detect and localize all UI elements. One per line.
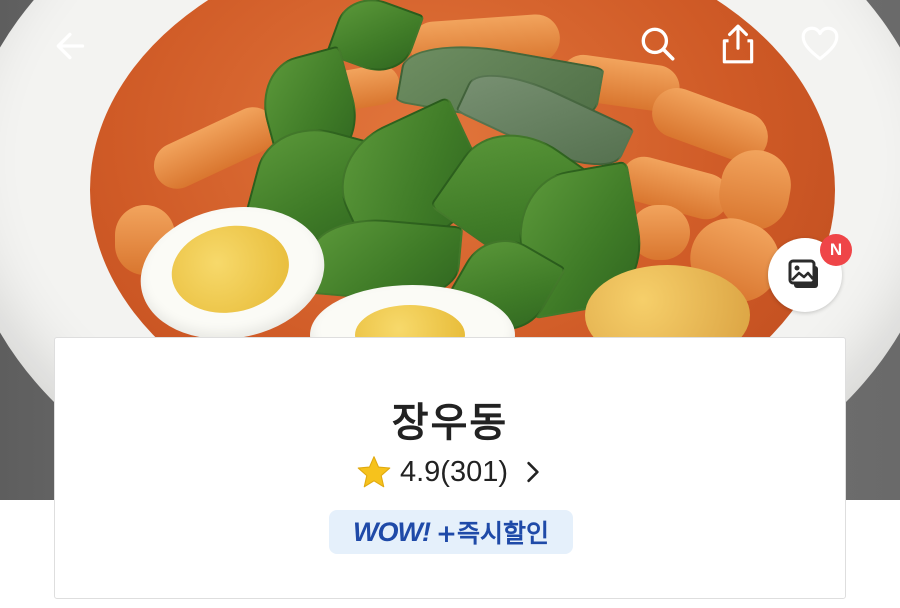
back-icon[interactable]	[48, 22, 96, 70]
star-icon	[356, 454, 392, 490]
search-icon[interactable]	[634, 20, 682, 68]
wow-logo: WOW!	[353, 516, 431, 547]
rating-value: 4.9(301)	[399, 455, 508, 488]
rating-row[interactable]: 4.9(301)	[55, 454, 845, 490]
wow-instant-discount-badge: WOW! +즉시할인	[329, 510, 573, 554]
chevron-right-icon	[516, 461, 544, 483]
share-icon[interactable]	[714, 20, 762, 68]
instant-discount-label: +즉시할인	[436, 519, 549, 548]
store-info-card: 장우동 4.9(301) WOW! +즉시할인	[54, 337, 846, 599]
store-name: 장우동	[391, 400, 509, 446]
heart-icon[interactable]	[796, 20, 844, 68]
new-badge: N	[820, 234, 852, 266]
photo-stack-icon	[788, 259, 818, 288]
